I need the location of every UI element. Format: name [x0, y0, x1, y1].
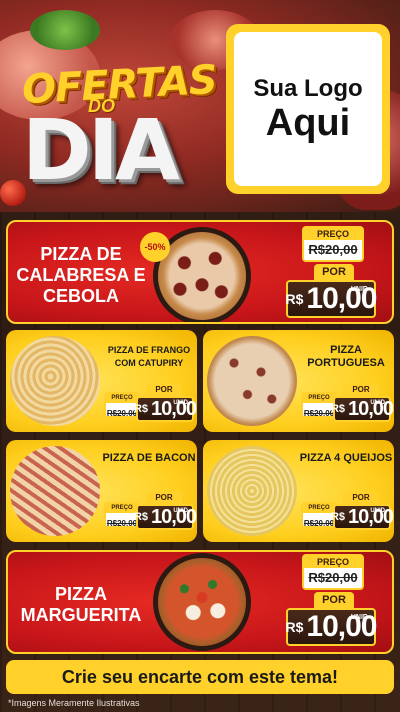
product-card-portuguesa[interactable]: PIZZA PORTUGUESA PREÇO R$20,00 POR R$ 10…	[203, 330, 394, 432]
old-price: R$20,00	[308, 570, 358, 585]
cta-banner[interactable]: Crie seu encarte com este tema!	[6, 660, 394, 694]
por-label: POR	[146, 492, 182, 504]
product-name: PIZZA 4 QUEIJOS	[299, 452, 393, 464]
new-price-tag: R$ 10,00 UNID	[133, 504, 197, 530]
product-card-marguerita[interactable]: PIZZA MARGUERITA PREÇO R$20,00 POR R$ 10…	[6, 550, 394, 654]
currency: R$	[330, 403, 345, 415]
pizza-bacon-image	[10, 446, 100, 536]
product-name: PIZZA MARGUERITA	[20, 584, 142, 625]
preco-label: PREÇO	[106, 394, 138, 403]
product-name: PIZZA DE CALABRESA E CEBOLA	[16, 244, 146, 306]
greens-image	[30, 10, 100, 50]
logo-inner: Sua Logo Aqui	[234, 32, 382, 186]
unit-label: UNID	[173, 400, 188, 406]
logo-text-line1: Sua Logo	[253, 75, 363, 102]
logo-placeholder[interactable]: Sua Logo Aqui	[226, 24, 390, 194]
old-price: R$20,00	[308, 242, 358, 257]
old-price-tag: PREÇO R$20,00	[302, 226, 364, 262]
old-price: R$20,00	[303, 409, 335, 418]
por-label: POR	[343, 492, 379, 504]
product-card-calabresa[interactable]: PIZZA DE CALABRESA E CEBOLA -50% PREÇO R…	[6, 220, 394, 324]
product-card-4-queijos[interactable]: PIZZA 4 QUEIJOS PREÇO R$20,00 POR R$ 10,…	[203, 440, 394, 542]
unit-label: UNID	[370, 400, 385, 406]
discount-badge: -50%	[140, 232, 170, 262]
currency: R$	[285, 291, 304, 307]
new-price-tag: R$ 10,00 UNID	[330, 396, 394, 422]
pizza-frango-image	[10, 336, 100, 426]
product-card-frango[interactable]: PIZZA DE FRANGO COM CATUPIRY PREÇO R$20,…	[6, 330, 197, 432]
pizza-marguerita-image	[158, 558, 246, 646]
title-dia: DIA	[22, 101, 180, 199]
unit-label: UNID	[370, 508, 385, 514]
product-name: PIZZA PORTUGUESA	[307, 344, 385, 369]
pizza-portuguesa-image	[207, 336, 297, 426]
currency: R$	[133, 511, 148, 523]
old-price: R$20,00	[303, 519, 335, 528]
unit-label: UNID	[173, 508, 188, 514]
por-label: POR	[146, 384, 182, 396]
old-price: R$20,00	[106, 519, 138, 528]
pizza-4-queijos-image	[207, 446, 297, 536]
product-name: PIZZA DE FRANGO COM CATUPIRY	[107, 345, 191, 368]
preco-label: PREÇO	[304, 556, 362, 568]
old-price: R$20,00	[106, 409, 138, 418]
preco-label: PREÇO	[303, 394, 335, 403]
unit-label: UNID	[350, 286, 368, 293]
por-label: POR	[314, 264, 354, 280]
por-label: POR	[343, 384, 379, 396]
new-price-tag: R$ 10,00 UNID	[330, 504, 394, 530]
unit-label: UNID	[350, 614, 368, 621]
preco-label: PREÇO	[304, 228, 362, 240]
old-price-tag: PREÇO R$20,00	[302, 554, 364, 590]
flyer-page: OFERTAS DO DIA Sua Logo Aqui PIZZA DE CA…	[0, 0, 400, 712]
pizza-calabresa-image	[158, 232, 246, 320]
new-price-tag: R$ 10,00 UNID	[285, 608, 378, 646]
product-card-bacon[interactable]: PIZZA DE BACON PREÇO R$20,00 POR R$ 10,0…	[6, 440, 197, 542]
currency: R$	[330, 511, 345, 523]
currency: R$	[285, 619, 304, 635]
por-label: POR	[314, 592, 354, 608]
currency: R$	[133, 403, 148, 415]
logo-text-line2: Aqui	[265, 102, 351, 144]
new-price-tag: R$ 10,00 UNID	[285, 280, 378, 318]
new-price-tag: R$ 10,00 UNID	[133, 396, 197, 422]
product-name: PIZZA DE BACON	[102, 452, 196, 464]
header-banner: OFERTAS DO DIA Sua Logo Aqui	[0, 0, 400, 212]
footnote: *Imagens Meramente Ilustrativas	[8, 698, 140, 708]
